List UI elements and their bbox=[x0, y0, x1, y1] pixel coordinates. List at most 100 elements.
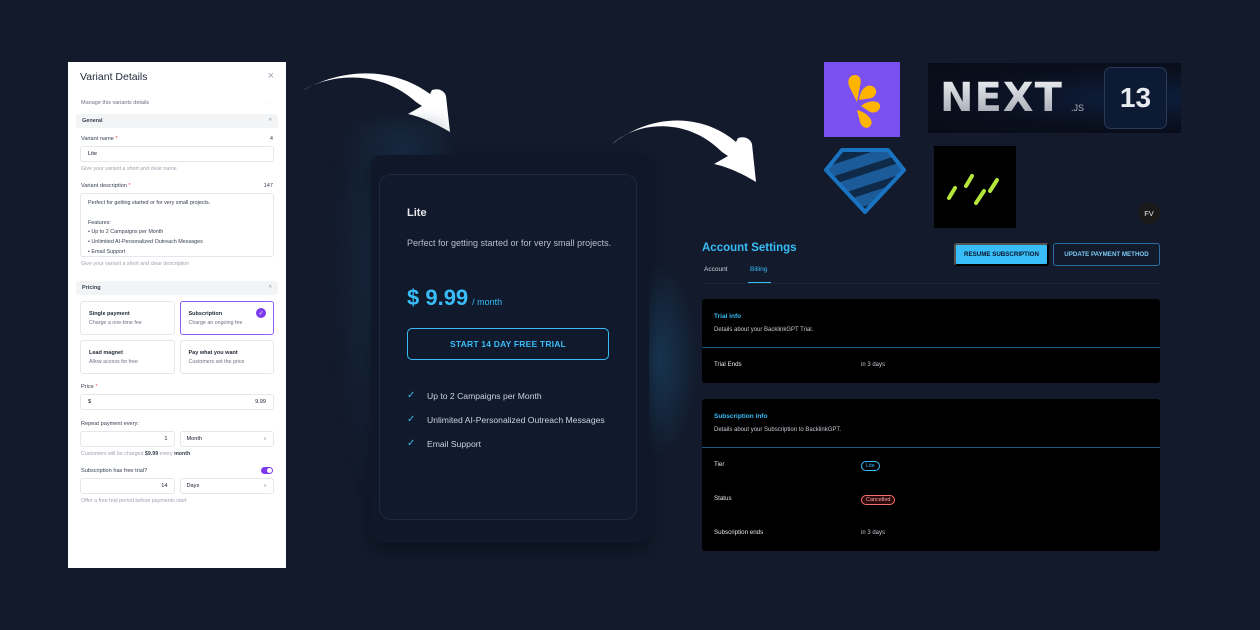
nextjs-13-logo: NEXT .JS 13 bbox=[928, 63, 1181, 133]
variant-desc-label-row: Variant description * 147 bbox=[76, 183, 278, 189]
variant-name-input[interactable]: Lite bbox=[80, 146, 274, 162]
next-js-suffix: .JS bbox=[1071, 103, 1085, 113]
trial-unit-select[interactable]: Days ∨ bbox=[179, 478, 274, 494]
trial-info-subtitle: Details about your BacklinkGPT Trial. bbox=[714, 327, 814, 333]
tab-billing[interactable]: Billing bbox=[750, 266, 767, 273]
more-icon[interactable]: ··· bbox=[266, 100, 274, 106]
price-label-row: Price * bbox=[76, 384, 278, 390]
panel-header: Variant Details × bbox=[76, 62, 278, 90]
next-version-badge: 13 bbox=[1104, 67, 1167, 129]
check-icon: ✓ bbox=[407, 390, 416, 401]
variant-name-hint: Give your variant a short and clear name bbox=[81, 166, 177, 172]
subscription-info-title: Subscription info bbox=[714, 413, 768, 420]
lemon-petals-icon bbox=[848, 75, 881, 128]
chevron-up-icon: ^ bbox=[268, 118, 272, 124]
pricing-card: Lite Perfect for getting started or for … bbox=[379, 174, 637, 520]
option-title: Subscription bbox=[188, 311, 223, 317]
option-subtitle: Customers set the price bbox=[188, 359, 245, 365]
desc-line: Features: bbox=[88, 219, 111, 226]
close-icon[interactable]: × bbox=[268, 70, 274, 82]
pricing-section-label: Pricing bbox=[82, 285, 101, 291]
resume-subscription-button[interactable]: RESUME SUBSCRIPTION bbox=[954, 243, 1049, 266]
pricing-section-toggle[interactable]: Pricing ^ bbox=[76, 281, 278, 295]
tab-account[interactable]: Account bbox=[704, 266, 728, 273]
variant-name-value: Lite bbox=[88, 151, 98, 157]
subscription-ends-value: in 3 days bbox=[861, 530, 886, 536]
trial-length-input[interactable]: 14 bbox=[80, 478, 175, 494]
feature-list: ✓ Up to 2 Campaigns per Month ✓ Unlimite… bbox=[407, 388, 617, 460]
status-label: Status bbox=[714, 495, 732, 502]
chevron-down-icon: ∨ bbox=[263, 483, 267, 489]
pricing-option-single-payment[interactable]: Single payment Charge a one-time fee bbox=[80, 301, 175, 335]
trial-unit-value: Days bbox=[186, 483, 200, 489]
tier-badge: Lite bbox=[861, 461, 880, 471]
variant-name-char-count: 4 bbox=[269, 136, 273, 142]
repeat-unit-value: Month bbox=[186, 436, 203, 442]
free-trial-label: Subscription has free trial? bbox=[81, 467, 148, 474]
repeat-interval-input[interactable]: 1 bbox=[80, 431, 175, 447]
chevron-down-icon: ∨ bbox=[263, 436, 267, 442]
variant-desc-char-count: 147 bbox=[263, 183, 273, 189]
card-divider bbox=[702, 447, 1160, 449]
feature-item: ✓ Email Support bbox=[407, 436, 617, 452]
status-badge: Cancelled bbox=[861, 495, 896, 505]
feature-item: ✓ Up to 2 Campaigns per Month bbox=[407, 388, 617, 404]
variant-desc-label: Variant description * bbox=[81, 183, 131, 189]
manage-text: Manage this variants details bbox=[81, 100, 150, 106]
trial-info-card: Trial info Details about your BacklinkGP… bbox=[702, 299, 1160, 383]
repeat-hint: Customers will be charged $9.99 every mo… bbox=[81, 451, 191, 457]
option-title: Pay what you want bbox=[188, 350, 238, 356]
user-avatar[interactable]: FV bbox=[1138, 202, 1160, 224]
trial-ends-value: in 3 days bbox=[861, 362, 886, 368]
trial-row: 14 Days ∨ bbox=[80, 478, 274, 494]
pricing-option-subscription[interactable]: Subscription Charge an ongoing fee ✓ bbox=[179, 301, 274, 335]
price-input[interactable]: $ 9.99 bbox=[80, 394, 274, 410]
supabase-gem-logo bbox=[824, 148, 906, 214]
repeat-interval-value: 1 bbox=[164, 436, 168, 442]
background-glow bbox=[640, 260, 700, 460]
currency-symbol: $ bbox=[88, 399, 92, 405]
price-label: Price * bbox=[81, 384, 98, 390]
free-trial-toggle[interactable] bbox=[261, 467, 273, 474]
start-free-trial-button[interactable]: START 14 DAY FREE TRIAL bbox=[407, 328, 609, 360]
desc-line: Perfect for getting started or for very … bbox=[88, 200, 211, 206]
check-circle-icon: ✓ bbox=[256, 308, 266, 318]
plan-price: $ 9.99 / month bbox=[407, 285, 502, 311]
option-title: Single payment bbox=[89, 311, 130, 317]
plan-description: Perfect for getting started or for very … bbox=[407, 238, 612, 248]
trial-label-row: Subscription has free trial? bbox=[76, 467, 278, 474]
tab-divider bbox=[702, 283, 1160, 284]
dashes-logo bbox=[934, 146, 1016, 228]
variant-desc-hint: Give your variant a short and clear desc… bbox=[81, 261, 190, 267]
pricing-option-pay-what-you-want[interactable]: Pay what you want Customers set the pric… bbox=[179, 340, 274, 374]
repeat-label-row: Repeat payment every: bbox=[76, 421, 278, 427]
trial-info-title: Trial info bbox=[714, 313, 742, 320]
pricing-option-lead-magnet[interactable]: Lead magnet Allow access for free bbox=[80, 340, 175, 374]
feature-item: ✓ Unlimited AI-Personalized Outreach Mes… bbox=[407, 412, 617, 428]
variant-name-label: Variant name * bbox=[81, 136, 118, 142]
subscription-info-subtitle: Details about your Subscription to Backl… bbox=[714, 427, 842, 433]
update-payment-method-button[interactable]: UPDATE PAYMENT METHOD bbox=[1053, 243, 1160, 266]
lemon-squeezy-logo bbox=[824, 62, 900, 137]
subscription-ends-label: Subscription ends bbox=[714, 529, 764, 536]
account-settings-title: Account Settings bbox=[702, 242, 797, 254]
feature-text: Unlimited AI-Personalized Outreach Messa… bbox=[427, 415, 605, 425]
option-title: Lead magnet bbox=[89, 350, 123, 356]
trial-ends-label: Trial Ends bbox=[714, 361, 742, 368]
tier-label: Tier bbox=[714, 461, 725, 468]
option-subtitle: Allow access for free bbox=[89, 359, 138, 365]
next-wordmark: NEXT bbox=[940, 75, 1063, 121]
repeat-payment-label: Repeat payment every: bbox=[81, 421, 139, 427]
general-section-label: General bbox=[82, 118, 103, 124]
manage-row: Manage this variants details ··· bbox=[76, 98, 278, 108]
dash-marks-icon bbox=[947, 174, 999, 205]
price-value: 9.99 bbox=[255, 399, 266, 405]
pricing-options: Single payment Charge a one-time fee Sub… bbox=[80, 301, 274, 374]
plan-name: Lite bbox=[407, 207, 427, 219]
variant-description-textarea[interactable]: Perfect for getting started or for very … bbox=[80, 193, 274, 257]
variant-details-panel: Variant Details × Manage this variants d… bbox=[68, 62, 286, 568]
desc-line: • Up to 2 Campaigns per Month bbox=[88, 229, 164, 236]
general-section-toggle[interactable]: General ^ bbox=[76, 114, 278, 128]
repeat-unit-select[interactable]: Month ∨ bbox=[179, 431, 274, 447]
card-divider bbox=[702, 347, 1160, 349]
